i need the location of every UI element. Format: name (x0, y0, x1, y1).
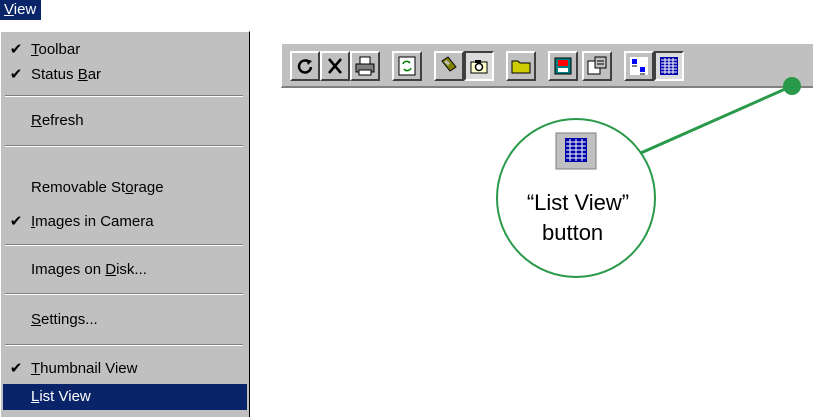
callout-label: “List View” button (498, 188, 658, 248)
callout-line-2: button (542, 220, 604, 245)
callout-line-1: “List View” (526, 190, 630, 215)
list-view-icon (555, 132, 597, 170)
callout-leader (633, 77, 801, 158)
callout-dot (783, 77, 801, 95)
callout-circle: “List View” button (496, 118, 656, 278)
